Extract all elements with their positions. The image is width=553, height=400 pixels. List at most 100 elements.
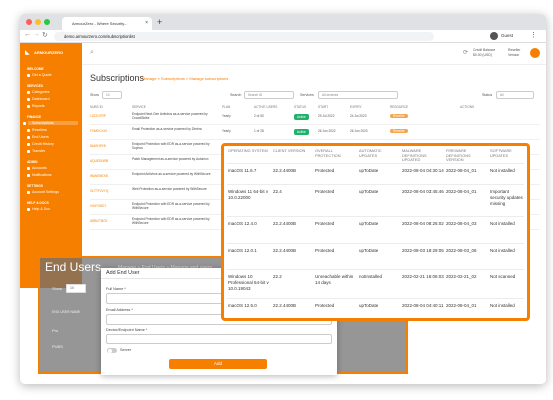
device-name-input[interactable] xyxy=(106,334,332,344)
device-name-label: Device/Endpoint Name * xyxy=(106,328,148,332)
sidebar-item-credit-history[interactable]: Credit History xyxy=(27,142,54,146)
search-input[interactable]: Search ID xyxy=(244,91,294,99)
device-row[interactable]: macOS 12.4.0 22.2.4400B Protected upToDate 2… xyxy=(227,216,524,243)
subscription-row[interactable]: FOMKCXJ0 Email Protection as-a-service po… xyxy=(90,126,540,140)
sidebar-heading: SETTINGS xyxy=(27,184,43,188)
device-cell: Not installed xyxy=(490,168,515,173)
sidebar-item-subscriptions[interactable]: Subscriptions xyxy=(23,121,78,125)
subscription-resource[interactable]: Reseller xyxy=(390,114,408,118)
browser-tab[interactable]: ArmourZero - Where Security... × xyxy=(62,17,152,30)
sidebar-item-reports[interactable]: Reports xyxy=(27,104,45,108)
subscription-plan: Yearly xyxy=(222,129,231,133)
device-cell: 2022-08-04_01 xyxy=(446,189,477,194)
forward-icon[interactable]: → xyxy=(33,31,40,38)
subscription-active-users: 2 of 50 xyxy=(254,114,264,118)
device-cell: 2022-08-04 04:40:11 xyxy=(402,303,444,308)
device-row[interactable]: macOS 12.0.1 22.2.4400B Protected upToDate 2… xyxy=(227,243,524,269)
email-label: Email Address * xyxy=(106,308,133,312)
sidebar-item-account-settings[interactable]: Account Settings xyxy=(27,190,59,194)
subscription-row[interactable]: 1222OTRP Endpoint Next-Gen Antivirus as-a… xyxy=(90,111,540,125)
close-window-icon[interactable] xyxy=(26,19,32,25)
subscriptions-column-header: ACTIVE USERS xyxy=(254,105,278,109)
subscription-resource[interactable]: Reseller xyxy=(390,129,408,133)
device-cell: 2022-02-21 16:06:03 xyxy=(402,274,444,279)
subscriptions-column-header: RESOURCE xyxy=(390,105,409,109)
sidebar-item-categories[interactable]: Categories xyxy=(26,90,49,94)
maximize-window-icon[interactable] xyxy=(44,19,50,25)
subscription-id[interactable]: FOMKCXJ0 xyxy=(90,129,107,133)
url-text: demo.armourzero.com/subscriptionlist xyxy=(64,34,135,39)
show-select[interactable]: 10 xyxy=(102,91,122,99)
device-cell: upToDate xyxy=(359,221,379,226)
profile-avatar-icon[interactable] xyxy=(490,32,498,40)
server-toggle[interactable] xyxy=(107,348,117,353)
device-cell: Not scanned xyxy=(490,274,516,279)
brand-name: ARMOURZERO xyxy=(34,50,64,55)
subscription-id[interactable]: VX6YX8G7 xyxy=(90,204,106,208)
add-button[interactable]: Add xyxy=(169,359,267,369)
subscription-id[interactable]: ARBGTBCK xyxy=(90,219,108,223)
subscription-service: Email Protection as-a-service powered by… xyxy=(132,127,202,131)
search-icon[interactable]: ⌕ xyxy=(90,49,94,57)
minimize-window-icon[interactable] xyxy=(35,19,41,25)
sidebar-item-accounts[interactable]: Accounts xyxy=(27,166,47,170)
device-column-header: CLIENT VERSION xyxy=(273,148,306,153)
subscriptions-column-header: STATUS xyxy=(294,105,307,109)
device-row[interactable]: Windows 11 64-bit v 10.0.22000 22.4 Protec… xyxy=(227,184,524,216)
sidebar-item-transfer[interactable]: Transfer xyxy=(26,149,45,153)
sidebar-item-end-users[interactable]: End Users xyxy=(27,135,49,139)
device-cell: Protected xyxy=(315,168,335,173)
user-avatar[interactable] xyxy=(530,48,540,58)
url-input[interactable]: demo.armourzero.com/subscriptionlist xyxy=(54,32,434,41)
device-row[interactable]: macOS 11.6.7 22.2.4400B Protected upToDate 2… xyxy=(227,163,524,184)
browser-menu-icon[interactable]: ⋮ xyxy=(530,31,537,39)
reload-icon[interactable]: ↻ xyxy=(42,31,48,39)
subscription-service: Endpoint Next-Gen Antivirus as-a-service… xyxy=(132,112,208,120)
services-select[interactable]: All services xyxy=(318,91,398,99)
top-bar: ⌕ ⟳ Credit Balance $0.00 (USD) Reseller … xyxy=(82,43,546,65)
tab-close-icon[interactable]: × xyxy=(145,17,148,30)
device-cell: Windows 10 Professional 64-bit v 10.0.19… xyxy=(228,274,269,292)
subscription-id[interactable]: WAN0NEXB xyxy=(90,174,108,178)
sidebar-item-help-doc[interactable]: Help & Doc xyxy=(26,207,50,211)
device-column-header: FIREWARE DEFINITIONS VERSION xyxy=(446,148,471,163)
device-row[interactable]: Windows 10 Professional 64-bit v 10.0.19… xyxy=(227,269,524,298)
subscription-start: 29 Jul 2022 xyxy=(318,114,335,118)
end-users-show-select[interactable]: 10 xyxy=(66,284,86,293)
sidebar-item-get-a-quote[interactable]: Get a Quote xyxy=(27,73,52,77)
sidebar-item-resellers[interactable]: Resellers xyxy=(27,128,47,132)
subscription-service: Patch Management as-a-service powered by… xyxy=(132,157,209,161)
device-cell: macOS 12.4.0 xyxy=(228,221,257,226)
device-cell: Protected xyxy=(315,248,335,253)
user-version: Version xyxy=(508,53,520,57)
end-user-name-column: END USER NAME xyxy=(52,310,81,314)
subscription-expiry: 24 Jul 2023 xyxy=(350,114,367,118)
device-cell: Windows 11 64-bit v 10.0.22000 xyxy=(228,189,269,201)
device-cell: upToDate xyxy=(359,168,379,173)
breadcrumb[interactable]: Manage » Subscriptions » Manage subscrip… xyxy=(142,76,228,81)
status-select[interactable]: All xyxy=(496,91,534,99)
end-users-show-label: Show xyxy=(52,286,63,291)
subscription-id[interactable]: AQUEDNRB xyxy=(90,159,108,163)
device-row[interactable]: macOS 12.5.0 22.2.4400B Protected upToDate 2… xyxy=(227,298,524,322)
device-column-header: OVERALL PROTECTION xyxy=(315,148,341,158)
device-cell: Unreachable within 14 days xyxy=(315,274,354,286)
refresh-icon[interactable]: ⟳ xyxy=(463,49,468,56)
end-users-title: End Users xyxy=(45,260,102,274)
subscription-id[interactable]: GLTTF2VYQ xyxy=(90,189,108,193)
device-cell: 2022-08-04 04:30:14 xyxy=(402,168,444,173)
status-badge: Active xyxy=(294,114,309,120)
subscription-id[interactable]: 1222OTRP xyxy=(90,114,106,118)
sidebar-item-dashboard[interactable]: Dashboard xyxy=(27,97,50,101)
sidebar-heading: ADMIN xyxy=(27,160,38,164)
device-cell: 22.2.4400B xyxy=(273,168,297,173)
new-tab-icon[interactable]: + xyxy=(157,16,162,28)
sidebar-item-notifications[interactable]: Notifications xyxy=(27,173,52,177)
subscription-expiry: 26 Jun 2023 xyxy=(350,129,368,133)
subscription-id[interactable]: 8A62H9YB xyxy=(90,144,106,148)
device-cell: 2022-02-21_02 xyxy=(446,274,477,279)
subscriptions-column-header: SERVICE xyxy=(132,105,146,109)
back-icon[interactable]: ← xyxy=(24,31,31,38)
device-cell: 22.2.4400B xyxy=(273,303,297,308)
device-cell: macOS 11.6.7 xyxy=(228,168,257,173)
